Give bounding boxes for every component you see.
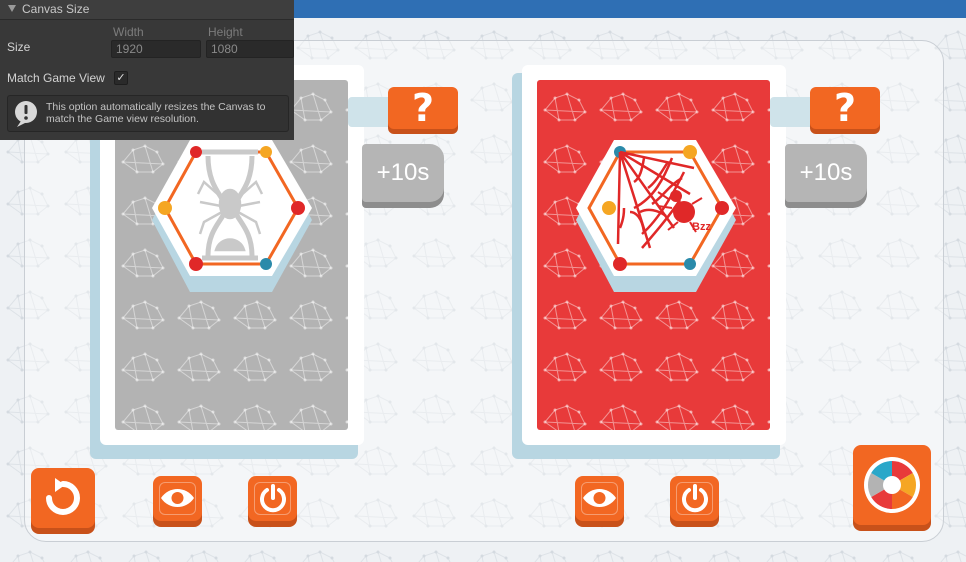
color-wheel-button[interactable] — [853, 445, 931, 525]
size-label: Size — [7, 40, 31, 54]
left-eye-button[interactable] — [153, 476, 202, 521]
left-time-bonus-button[interactable]: +10s — [362, 144, 444, 202]
undo-icon — [46, 478, 80, 515]
web-caption: Bzz — [692, 221, 711, 233]
time-bonus-label: +10s — [799, 159, 853, 186]
right-time-bonus-button[interactable]: +10s — [785, 144, 867, 202]
right-power-button[interactable] — [670, 476, 719, 521]
info-icon — [15, 101, 37, 127]
width-label: Width — [113, 25, 144, 39]
help-text: This option automatically resizes the Ca… — [46, 101, 266, 125]
panel-title: Canvas Size — [22, 2, 90, 16]
left-power-button[interactable] — [248, 476, 297, 521]
right-question-button[interactable]: ? — [810, 86, 880, 130]
color-wheel-icon — [864, 457, 920, 513]
help-box: This option automatically resizes the Ca… — [7, 95, 289, 132]
right-card-art: Bzz — [537, 80, 770, 430]
collapse-triangle-icon[interactable] — [8, 5, 16, 12]
power-icon — [682, 484, 708, 513]
question-label: ? — [411, 86, 435, 130]
width-field[interactable]: 1920 — [111, 40, 201, 58]
power-icon — [260, 484, 286, 513]
time-bonus-label: +10s — [376, 159, 430, 186]
undo-button[interactable] — [31, 468, 95, 528]
height-field[interactable]: 1080 — [206, 40, 294, 58]
height-label: Height — [208, 25, 243, 39]
match-game-view-label: Match Game View — [7, 71, 105, 85]
canvas-size-panel: Canvas Size Size Width Height 1920 1080 … — [0, 0, 294, 140]
panel-header[interactable]: Canvas Size — [0, 0, 294, 20]
match-game-view-checkbox[interactable]: ✓ — [114, 71, 128, 85]
right-card[interactable]: Bzz — [537, 80, 770, 430]
eye-icon — [583, 489, 616, 507]
eye-icon — [161, 489, 194, 507]
left-question-button[interactable]: ? — [388, 86, 458, 130]
question-label: ? — [833, 86, 857, 130]
right-eye-button[interactable] — [575, 476, 624, 521]
